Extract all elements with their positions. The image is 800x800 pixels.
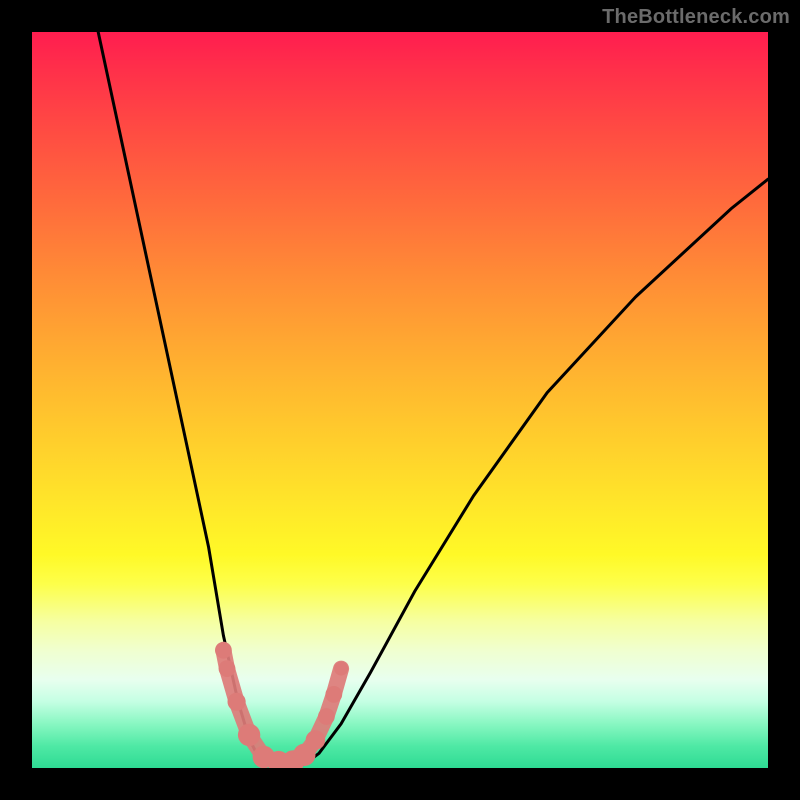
curve-marker <box>238 724 260 746</box>
chart-frame: TheBottleneck.com <box>0 0 800 800</box>
curve-marker <box>318 708 335 725</box>
watermark-text: TheBottleneck.com <box>602 6 790 29</box>
curve-marker <box>228 693 246 711</box>
curve-marker <box>325 686 342 703</box>
curve-marker <box>334 662 348 676</box>
bottleneck-curve <box>98 32 768 768</box>
curve-marker <box>215 642 232 659</box>
bottleneck-curve-svg <box>32 32 768 768</box>
plot-area <box>32 32 768 768</box>
curve-marker <box>306 730 326 750</box>
curve-marker <box>219 660 236 677</box>
